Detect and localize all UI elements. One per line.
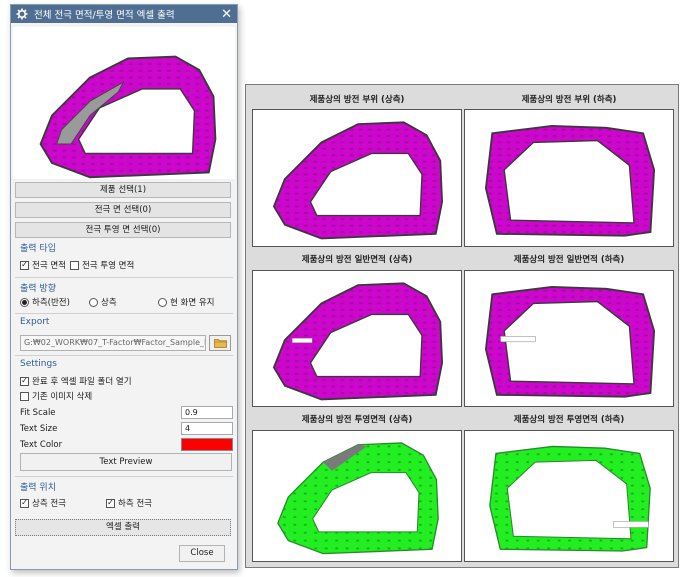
dialog-title: 전체 전극 면적/투영 면적 엑셀 출력 — [34, 10, 175, 21]
browse-folder-button[interactable] — [209, 335, 231, 351]
divider — [15, 355, 233, 356]
output-position-title: 출력 위치 — [20, 483, 56, 493]
result-grid: 제품상의 방전 부위 (상측) 제품상의 방전 부위 (하측) 제품상의 방전 … — [252, 95, 674, 562]
upper-electrode-checkbox[interactable]: ✓ — [20, 498, 29, 508]
text-preview-button[interactable]: Text Preview — [20, 453, 232, 471]
part-preview — [13, 27, 235, 179]
direction-lower-label: 하측(반전) — [32, 298, 70, 308]
radio-upper-icon[interactable] — [89, 297, 98, 307]
result-image-upper-general — [252, 270, 462, 407]
cell-title: 제품상의 방전 투영면적 (상측) — [301, 415, 413, 425]
delete-images-checkbox[interactable] — [20, 391, 29, 401]
divider — [15, 277, 233, 278]
delete-images-row: 기존 이미지 삭제 — [20, 390, 92, 402]
upper-electrode-label: 상측 전극 — [32, 499, 66, 509]
output-direction-title: 출력 방향 — [20, 284, 56, 294]
part-image — [489, 445, 651, 552]
radio-lower-icon[interactable] — [20, 297, 29, 307]
divider — [15, 313, 233, 314]
cell-title: 제품상의 방전 부위 (하측) — [521, 95, 617, 105]
cell-title: 제품상의 방전 일반면적 (상측) — [301, 255, 413, 265]
part-image — [277, 442, 439, 555]
text-color-swatch[interactable] — [181, 438, 233, 451]
result-image-upper-projection — [252, 430, 462, 562]
electrode-area-checkbox[interactable]: ✓ — [20, 260, 29, 270]
result-image-lower-projection — [464, 430, 674, 562]
dialog-titlebar: 전체 전극 면적/투영 면적 엑셀 출력 ✕ — [11, 5, 237, 23]
select-product-button[interactable]: 제품 선택(1) — [15, 182, 231, 198]
gear-icon — [16, 8, 28, 20]
output-type-title: 출력 타입 — [20, 244, 56, 254]
part-preview-image — [39, 55, 217, 179]
part-image — [272, 282, 444, 401]
part-image — [484, 125, 656, 237]
close-icon[interactable]: ✕ — [221, 8, 232, 21]
export-title: Export — [20, 317, 50, 327]
result-image-lower-general — [464, 270, 674, 407]
export-path-field[interactable]: G:₩02_WORK₩07_T-Factor₩Factor_Sample_P..… — [20, 335, 206, 351]
cell-title: 제품상의 방전 부위 (상측) — [309, 95, 405, 105]
text-size-label: Text Size — [20, 424, 58, 434]
text-size-input[interactable]: 4 — [181, 422, 233, 435]
direction-keep-view-label: 현 화면 유지 — [170, 298, 215, 308]
cell-title: 제품상의 방전 일반면적 (하측) — [513, 255, 625, 265]
cell-title: 제품상의 방전 투영면적 (하측) — [513, 415, 625, 425]
direction-option-upper[interactable]: 상측 — [89, 296, 117, 308]
result-image-lower-area — [464, 109, 674, 247]
projection-area-label: 전극 투영 면적 — [81, 261, 135, 271]
area-export-dialog: 전체 전극 면적/투영 면적 엑셀 출력 ✕ 제품 선택(1) 전극 면 선택(… — [10, 4, 238, 570]
part-image — [272, 121, 444, 240]
divider — [15, 476, 233, 477]
select-electrode-face-button[interactable]: 전극 면 선택(0) — [15, 202, 231, 218]
select-projection-face-button[interactable]: 전극 투영 면 선택(0) — [15, 222, 231, 238]
open-folder-label: 완료 후 엑셀 파일 폴더 열기 — [32, 377, 132, 387]
projection-area-checkbox[interactable] — [69, 260, 79, 270]
radio-keep-view-icon[interactable] — [158, 297, 167, 307]
settings-title: Settings — [20, 359, 57, 369]
direction-option-keep-view[interactable]: 현 화면 유지 — [158, 296, 215, 308]
direction-option-lower[interactable]: 하측(반전) — [20, 296, 70, 308]
electrode-area-label: 전극 면적 — [32, 261, 66, 271]
open-folder-checkbox[interactable]: ✓ — [20, 376, 29, 386]
result-report-panel: 제품상의 방전 부위 (상측) 제품상의 방전 부위 (하측) 제품상의 방전 … — [245, 84, 679, 568]
part-image — [484, 286, 656, 398]
lower-electrode-checkbox[interactable]: ✓ — [106, 498, 115, 508]
fit-scale-label: Fit Scale — [20, 408, 56, 418]
lower-electrode-label: 하측 전극 — [118, 499, 152, 509]
text-color-label: Text Color — [20, 440, 63, 450]
delete-images-label: 기존 이미지 삭제 — [32, 392, 93, 402]
close-button[interactable]: Close — [179, 545, 225, 562]
result-image-upper-area — [252, 109, 462, 247]
fit-scale-input[interactable]: 0.9 — [181, 406, 233, 419]
excel-output-button[interactable]: 엑셀 출력 — [15, 519, 231, 536]
output-type-row: ✓ 전극 면적 전극 투영 면적 — [20, 259, 134, 271]
lower-electrode-row: ✓ 하측 전극 — [106, 497, 152, 509]
folder-icon — [213, 339, 227, 348]
upper-electrode-row: ✓ 상측 전극 — [20, 497, 66, 509]
open-folder-row: ✓ 완료 후 엑셀 파일 폴더 열기 — [20, 375, 132, 387]
direction-upper-label: 상측 — [101, 298, 117, 308]
